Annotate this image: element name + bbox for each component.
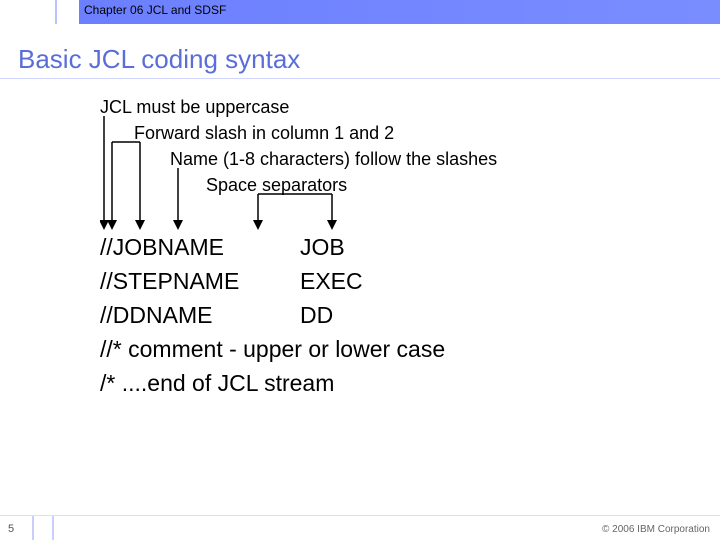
title-underline (0, 78, 720, 79)
code-ddname: //DDNAME (100, 298, 300, 332)
code-jobname: //JOBNAME (100, 230, 300, 264)
header-left-gap (0, 0, 77, 24)
page-title: Basic JCL coding syntax (18, 44, 300, 75)
copyright-text: © 2006 IBM Corporation (602, 524, 710, 535)
code-line-dd: //DDNAME DD (100, 298, 445, 332)
header-divider-1 (55, 0, 57, 24)
rule-name: Name (1-8 characters) follow the slashes (170, 146, 640, 172)
code-job-keyword: JOB (300, 230, 345, 264)
header-divider-2 (77, 0, 79, 24)
code-dd-keyword: DD (300, 298, 333, 332)
rule-space: Space separators (206, 172, 640, 198)
footer-divider-2 (52, 516, 54, 540)
code-line-end: /* ....end of JCL stream (100, 366, 445, 400)
rules-block: JCL must be uppercase Forward slash in c… (100, 94, 640, 198)
code-stepname: //STEPNAME (100, 264, 300, 298)
code-exec-keyword: EXEC (300, 264, 363, 298)
slide: Chapter 06 JCL and SDSF Basic JCL coding… (0, 0, 720, 540)
rule-uppercase: JCL must be uppercase (100, 94, 640, 120)
code-line-step: //STEPNAME EXEC (100, 264, 445, 298)
footer-bar: 5 © 2006 IBM Corporation (0, 516, 720, 540)
header-bar: Chapter 06 JCL and SDSF (0, 0, 720, 24)
page-number: 5 (8, 523, 14, 535)
code-line-job: //JOBNAME JOB (100, 230, 445, 264)
jcl-code-block: //JOBNAME JOB //STEPNAME EXEC //DDNAME D… (100, 230, 445, 400)
code-end: /* ....end of JCL stream (100, 366, 334, 400)
rule-slash: Forward slash in column 1 and 2 (134, 120, 640, 146)
code-line-comment: //* comment - upper or lower case (100, 332, 445, 366)
chapter-label: Chapter 06 JCL and SDSF (84, 3, 226, 17)
footer-divider-1 (32, 516, 34, 540)
code-comment: //* comment - upper or lower case (100, 332, 445, 366)
